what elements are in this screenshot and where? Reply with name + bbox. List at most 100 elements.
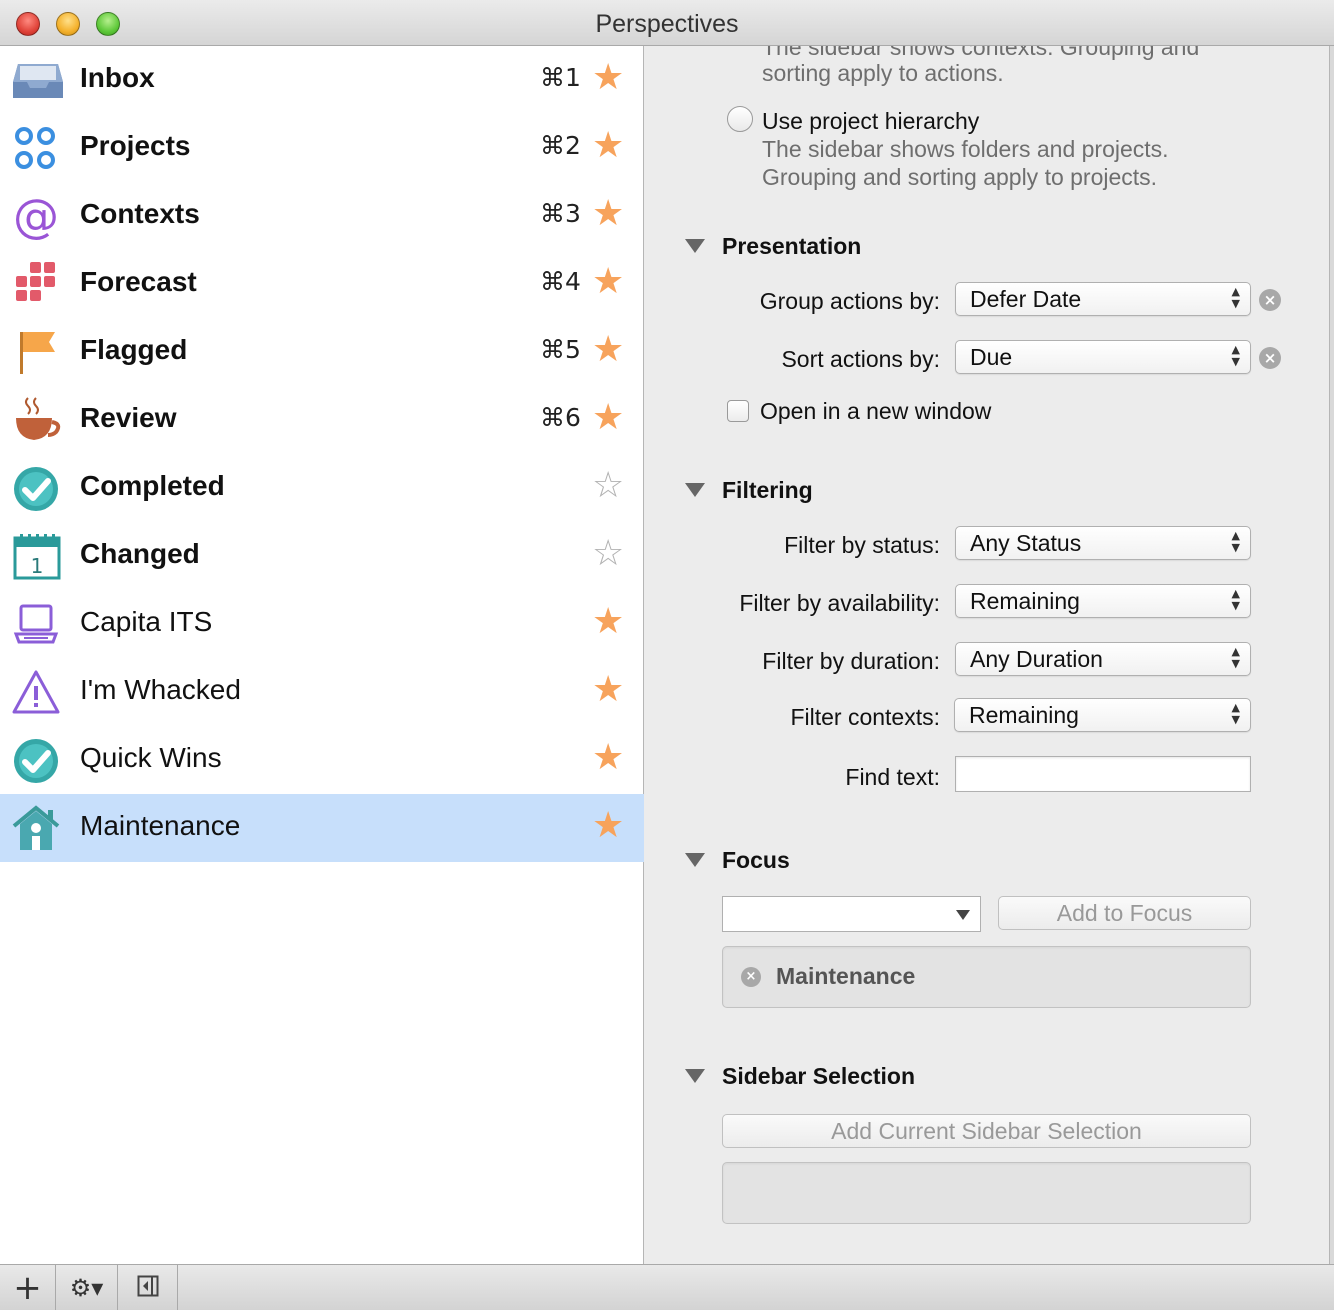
- filter-availability-label: Filter by availability:: [739, 590, 940, 616]
- filter-availability-value: Remaining: [970, 588, 1080, 614]
- favorite-star-icon[interactable]: ★: [592, 804, 624, 848]
- filter-status-label: Filter by status:: [784, 532, 940, 558]
- filtering-disclosure-triangle-icon[interactable]: [685, 483, 705, 497]
- inbox-icon: [12, 56, 64, 106]
- favorite-star-icon[interactable]: ★: [592, 124, 624, 168]
- plus-icon: +: [13, 1268, 42, 1308]
- window-title: Perspectives: [595, 10, 739, 38]
- presentation-disclosure-triangle-icon[interactable]: [685, 239, 705, 253]
- flag-icon: [12, 328, 64, 378]
- filter-duration-popup[interactable]: Any Duration ▲ ▼: [955, 642, 1251, 676]
- svg-text:@: @: [13, 192, 59, 242]
- filter-contexts-popup[interactable]: Remaining ▲ ▼: [954, 698, 1251, 732]
- context-hierarchy-description-line2: sorting apply to actions.: [762, 60, 1004, 86]
- remove-focus-item-icon[interactable]: ×: [741, 967, 761, 987]
- focus-item-label: Maintenance: [776, 963, 916, 989]
- review-cup-icon: [12, 396, 64, 446]
- favorite-star-icon[interactable]: ★: [592, 396, 624, 440]
- filtering-heading: Filtering: [722, 477, 813, 503]
- sidebar-toggle-icon: [137, 1275, 159, 1301]
- favorite-star-icon[interactable]: ★: [592, 736, 624, 780]
- perspectives-sidebar: Inbox ⌘1 ★ Projects ⌘2 ★ @ Contexts ⌘3 ★…: [0, 46, 644, 1264]
- perspective-item-projects[interactable]: Projects ⌘2 ★: [0, 114, 644, 182]
- shortcut-label: ⌘5: [540, 335, 581, 364]
- action-menu-button[interactable]: ⚙▾: [56, 1265, 118, 1310]
- shortcut-label: ⌘2: [540, 131, 581, 160]
- popup-updown-arrows-icon: ▲ ▼: [1231, 285, 1240, 310]
- filter-status-popup[interactable]: Any Status ▲ ▼: [955, 526, 1251, 560]
- bottom-toolbar: + ⚙▾: [0, 1264, 1334, 1310]
- filter-duration-value: Any Duration: [970, 646, 1103, 672]
- project-hierarchy-description-line1: The sidebar shows folders and projects.: [762, 136, 1169, 162]
- shortcut-label: ⌘1: [540, 63, 581, 92]
- sidebar-selection-disclosure-triangle-icon[interactable]: [685, 1069, 705, 1083]
- focus-disclosure-triangle-icon[interactable]: [685, 853, 705, 867]
- title-bar: Perspectives: [0, 0, 1334, 46]
- add-to-focus-button[interactable]: Add to Focus: [998, 896, 1251, 930]
- sort-actions-popup[interactable]: Due ▲ ▼: [955, 340, 1251, 374]
- perspective-settings-panel: The sidebar shows contexts. Grouping and…: [645, 46, 1329, 1264]
- sort-actions-label: Sort actions by:: [781, 346, 940, 372]
- popup-updown-arrows-icon: ▲ ▼: [1231, 529, 1240, 554]
- clear-sorting-icon[interactable]: ×: [1259, 347, 1281, 369]
- perspective-item-completed[interactable]: Completed ☆: [0, 454, 644, 522]
- popup-updown-arrows-icon: ▲ ▼: [1231, 645, 1240, 670]
- open-new-window-checkbox[interactable]: [727, 400, 749, 422]
- favorite-star-icon[interactable]: ★: [592, 668, 624, 712]
- completed-check-icon: [12, 464, 64, 514]
- focus-project-combo[interactable]: [722, 896, 981, 932]
- toggle-sidebar-button[interactable]: [118, 1265, 178, 1310]
- window-right-edge: [1329, 46, 1334, 1264]
- focus-heading: Focus: [722, 847, 790, 873]
- shortcut-label: ⌘6: [540, 403, 581, 432]
- find-text-field[interactable]: [955, 756, 1251, 792]
- project-hierarchy-description-line2: Grouping and sorting apply to projects.: [762, 164, 1158, 190]
- contexts-icon: @: [12, 189, 64, 243]
- svg-text:1: 1: [31, 554, 44, 578]
- filter-duration-label: Filter by duration:: [762, 648, 940, 674]
- favorite-star-empty-icon[interactable]: ☆: [592, 532, 624, 576]
- perspective-item-contexts[interactable]: @ Contexts ⌘3 ★: [0, 182, 644, 250]
- popup-updown-arrows-icon: ▲ ▼: [1231, 701, 1240, 726]
- perspective-label: Review: [80, 402, 177, 433]
- project-hierarchy-radio[interactable]: [727, 106, 753, 132]
- perspective-item-im-whacked[interactable]: I'm Whacked ★: [0, 658, 644, 726]
- perspective-label: Flagged: [80, 334, 188, 365]
- add-perspective-button[interactable]: +: [0, 1265, 56, 1310]
- perspective-label: Changed: [80, 538, 200, 569]
- popup-updown-arrows-icon: ▲ ▼: [1231, 587, 1240, 612]
- perspective-item-changed[interactable]: 1 Changed ☆: [0, 522, 644, 590]
- perspective-label: Capita ITS: [80, 606, 213, 637]
- perspective-item-flagged[interactable]: Flagged ⌘5 ★: [0, 318, 644, 386]
- filter-availability-popup[interactable]: Remaining ▲ ▼: [955, 584, 1251, 618]
- perspective-item-inbox[interactable]: Inbox ⌘1 ★: [0, 46, 644, 114]
- perspective-label: Projects: [80, 130, 191, 161]
- favorite-star-icon[interactable]: ★: [592, 260, 624, 304]
- gear-icon: ⚙▾: [69, 1274, 104, 1302]
- clear-grouping-icon[interactable]: ×: [1259, 289, 1281, 311]
- favorite-star-empty-icon[interactable]: ☆: [592, 464, 624, 508]
- favorite-star-icon[interactable]: ★: [592, 328, 624, 372]
- perspective-item-maintenance[interactable]: Maintenance ★: [0, 794, 644, 862]
- perspective-label: Inbox: [80, 62, 155, 93]
- perspective-item-capita-its[interactable]: Capita ITS ★: [0, 590, 644, 658]
- combo-dropdown-arrow-icon: [956, 910, 970, 920]
- check-circle-icon: [12, 736, 64, 786]
- favorite-star-icon[interactable]: ★: [592, 192, 624, 236]
- project-hierarchy-label: Use project hierarchy: [762, 108, 980, 134]
- favorite-star-icon[interactable]: ★: [592, 56, 624, 100]
- perspective-item-forecast[interactable]: Forecast ⌘4 ★: [0, 250, 644, 318]
- group-actions-popup[interactable]: Defer Date ▲ ▼: [955, 282, 1251, 316]
- group-actions-label: Group actions by:: [759, 288, 940, 314]
- perspective-item-quick-wins[interactable]: Quick Wins ★: [0, 726, 644, 794]
- add-current-sidebar-selection-button[interactable]: Add Current Sidebar Selection: [722, 1114, 1251, 1148]
- perspective-label: Contexts: [80, 198, 200, 229]
- sidebar-selection-list: [722, 1162, 1251, 1224]
- perspective-item-review[interactable]: Review ⌘6 ★: [0, 386, 644, 454]
- house-icon: [12, 804, 64, 854]
- favorite-star-icon[interactable]: ★: [592, 600, 624, 644]
- focus-items-list: × Maintenance: [722, 946, 1251, 1008]
- perspective-label: Forecast: [80, 266, 197, 297]
- calendar-icon: 1: [12, 532, 64, 582]
- perspective-label: I'm Whacked: [80, 674, 241, 705]
